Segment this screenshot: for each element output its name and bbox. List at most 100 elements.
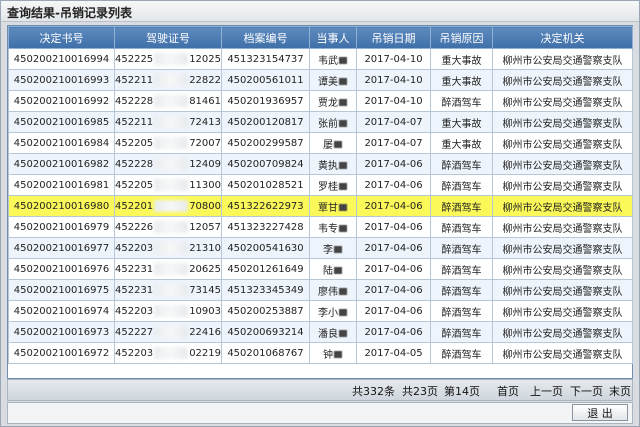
revocation-records-table-container: 决定书号 驾驶证号 档案编号 当事人 吊销日期 吊销原因 决定机关 450200…	[7, 25, 633, 379]
cell-license-no: 452205 7200730	[114, 132, 222, 154]
table-row[interactable]: 450200210016981452205 1130036450201028521…	[8, 174, 633, 196]
table-row[interactable]: 450200210016980452201 7080012451322622973…	[8, 195, 633, 217]
current-page: 第14页	[444, 385, 480, 398]
cell-revoke-reason: 重大事故	[430, 111, 493, 133]
table-row[interactable]: 450200210016984452205 7200730450200299587…	[8, 132, 633, 154]
cell-revoke-reason: 醉酒驾车	[430, 321, 493, 343]
table-row[interactable]: 450200210016973452227 2241617450200693214…	[8, 321, 633, 343]
party-name: 陆	[323, 265, 333, 277]
redaction-blur	[334, 141, 342, 148]
table-row[interactable]: 450200210016985452211 7241312450200120817…	[8, 111, 633, 133]
cell-decision-no: 450200210016979	[8, 216, 115, 238]
cell-file-no: 450201261649	[221, 258, 310, 280]
table-row[interactable]: 450200210016992452228 8146116450201936957…	[8, 90, 633, 112]
title-bar: 查询结果-吊销记录列表	[1, 1, 639, 22]
license-suffix: 1205719	[189, 222, 221, 233]
redaction-blur	[154, 137, 189, 149]
total-pages: 共23页	[402, 385, 438, 398]
license-suffix: 7080012	[189, 201, 221, 212]
table-row[interactable]: 450200210016993452211 2282229450200561011…	[8, 69, 633, 91]
cell-authority: 柳州市公安局交通警察支队	[492, 342, 633, 364]
table-row[interactable]: 450200210016975452231 7314515451323345349…	[8, 279, 633, 301]
cell-revoke-date: 2017-04-06	[356, 321, 431, 343]
column-header-file-no[interactable]: 档案编号	[221, 26, 310, 49]
cell-party: 韦专	[309, 216, 357, 238]
redaction-blur	[339, 309, 347, 316]
cell-decision-no: 450200210016972	[8, 342, 115, 364]
cell-party: 张前	[309, 111, 357, 133]
table-row[interactable]: 450200210016974452203 1090315450200253887…	[8, 300, 633, 322]
total-records: 共332条	[352, 385, 395, 398]
table-row[interactable]: 450200210016979452226 1205719451323227428…	[8, 216, 633, 238]
redaction-blur	[339, 57, 347, 64]
cell-revoke-reason: 醉酒驾车	[430, 153, 493, 175]
cell-revoke-date: 2017-04-10	[356, 69, 431, 91]
cell-party: 谭美	[309, 69, 357, 91]
table-row[interactable]: 450200210016976452231 2062593450201261649…	[8, 258, 633, 280]
party-name: 潘良	[318, 328, 338, 340]
cell-party: 李小	[309, 300, 357, 322]
first-page-link[interactable]: 首页	[497, 383, 519, 399]
cell-license-no: 452205 1130036	[114, 174, 222, 196]
cell-revoke-reason: 醉酒驾车	[430, 90, 493, 112]
cell-revoke-reason: 重大事故	[430, 132, 493, 154]
pagination-bar: 共332条 共23页 第14页 首页 上一页 下一页 末页	[7, 379, 633, 401]
redaction-blur	[154, 200, 189, 212]
party-name: 谭美	[318, 76, 338, 88]
license-suffix: 2282229	[189, 75, 221, 86]
cell-revoke-reason: 醉酒驾车	[430, 237, 493, 259]
next-page-link[interactable]: 下一页	[570, 383, 603, 399]
redaction-blur	[154, 284, 189, 296]
column-header-decision-no[interactable]: 决定书号	[8, 26, 115, 49]
license-prefix: 452231	[115, 264, 154, 275]
cell-license-no: 452228 1240919	[114, 153, 222, 175]
redaction-blur	[154, 305, 189, 317]
bottom-bar: 退 出	[7, 402, 633, 424]
redaction-blur	[154, 179, 189, 191]
redaction-blur	[334, 267, 342, 274]
column-header-revoke-date[interactable]: 吊销日期	[356, 26, 431, 49]
cell-decision-no: 450200210016980	[8, 195, 115, 217]
last-page-link[interactable]: 末页	[609, 383, 631, 399]
column-header-party[interactable]: 当事人	[309, 26, 357, 49]
table-row[interactable]: 450200210016972452203 0221934450201068767…	[8, 342, 633, 364]
cell-revoke-reason: 重大事故	[430, 69, 493, 91]
party-name: 李小	[318, 307, 338, 319]
cell-revoke-reason: 醉酒驾车	[430, 195, 493, 217]
table-row[interactable]: 450200210016977452203 2131016450200541630…	[8, 237, 633, 259]
license-prefix: 452205	[115, 138, 154, 149]
cell-revoke-date: 2017-04-10	[356, 48, 431, 70]
redaction-blur	[339, 120, 347, 127]
cell-revoke-reason: 醉酒驾车	[430, 216, 493, 238]
cell-file-no: 450200120817	[221, 111, 310, 133]
license-suffix: 2131016	[189, 243, 221, 254]
table-row[interactable]: 450200210016982452228 1240919450200709824…	[8, 153, 633, 175]
license-prefix: 452201	[115, 201, 154, 212]
redaction-blur	[339, 288, 347, 295]
redaction-blur	[339, 162, 347, 169]
cell-license-no: 452211 7241312	[114, 111, 222, 133]
table-body: 450200210016994452225 1202515451323154737…	[8, 48, 633, 364]
party-name: 韦武	[318, 55, 338, 67]
cell-license-no: 452203 1090315	[114, 300, 222, 322]
cell-decision-no: 450200210016977	[8, 237, 115, 259]
column-header-revoke-reason[interactable]: 吊销原因	[430, 26, 493, 49]
cell-party: 廖伟	[309, 279, 357, 301]
cell-decision-no: 450200210016984	[8, 132, 115, 154]
cell-authority: 柳州市公安局交通警察支队	[492, 174, 633, 196]
license-suffix: 7200730	[189, 138, 221, 149]
cell-authority: 柳州市公安局交通警察支队	[492, 216, 633, 238]
party-name: 钟	[323, 349, 333, 361]
table-row[interactable]: 450200210016994452225 1202515451323154737…	[8, 48, 633, 70]
column-header-license-no[interactable]: 驾驶证号	[114, 26, 222, 49]
cell-decision-no: 450200210016981	[8, 174, 115, 196]
cell-revoke-reason: 醉酒驾车	[430, 174, 493, 196]
cell-authority: 柳州市公安局交通警察支队	[492, 258, 633, 280]
prev-page-link[interactable]: 上一页	[530, 383, 563, 399]
exit-button[interactable]: 退 出	[572, 404, 628, 421]
party-name: 屡	[323, 139, 333, 151]
license-prefix: 452211	[115, 75, 154, 86]
redaction-blur	[154, 116, 189, 128]
cell-revoke-date: 2017-04-05	[356, 342, 431, 364]
column-header-authority[interactable]: 决定机关	[492, 26, 633, 49]
